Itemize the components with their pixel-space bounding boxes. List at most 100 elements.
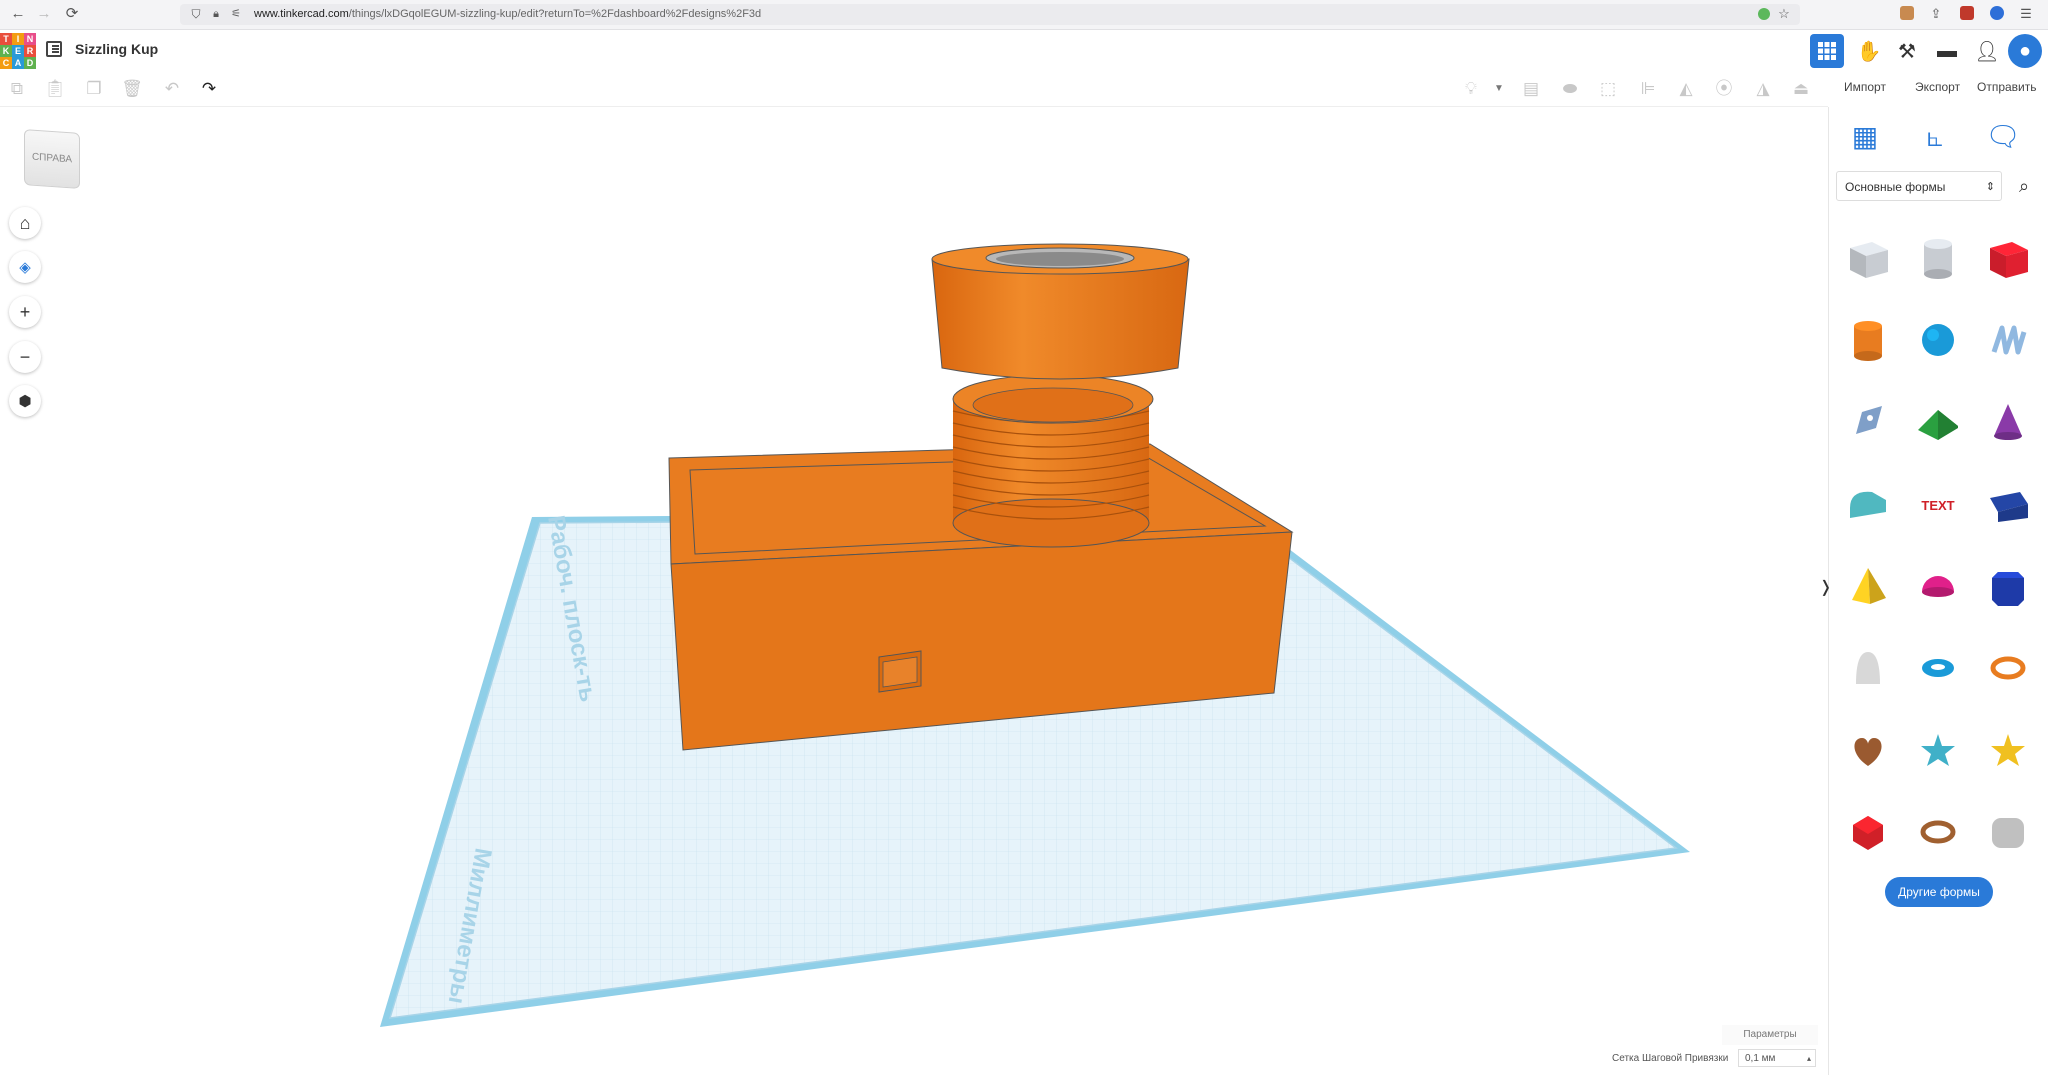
polygon-icon xyxy=(1992,572,2024,606)
cap-cylinder-model[interactable] xyxy=(931,243,1190,380)
undo-icon[interactable]: ↶ xyxy=(161,78,183,100)
extension-blue-icon[interactable] xyxy=(1990,6,2004,20)
shape-ring[interactable] xyxy=(1905,791,1971,873)
shape-torus[interactable] xyxy=(1905,627,1971,709)
ungroup-icon[interactable]: ⬚ xyxy=(1597,78,1619,100)
tinkercad-logo[interactable]: TIN KER CAD xyxy=(0,33,36,69)
shape-wedge[interactable] xyxy=(1975,463,2041,545)
zoom-in-icon[interactable]: + xyxy=(9,296,41,328)
shape-cone[interactable] xyxy=(1975,381,2041,463)
threaded-cylinder-model[interactable] xyxy=(952,374,1154,548)
send-button[interactable]: Отправить xyxy=(1977,80,2037,94)
svg-text:TEXT: TEXT xyxy=(1921,498,1954,513)
export-button[interactable]: Экспорт xyxy=(1915,80,1960,94)
url-text: www.tinkercad.com/things/lxDGqolEGUM-siz… xyxy=(254,8,762,20)
collapse-panel-icon[interactable]: ❭ xyxy=(1819,577,1832,597)
shape-polygon[interactable] xyxy=(1975,545,2041,627)
notes-icon[interactable]: 🗨︎ xyxy=(1983,117,2023,157)
extension-icon[interactable] xyxy=(1900,6,1914,20)
star-yellow-icon xyxy=(1991,734,2025,766)
cruise-icon[interactable]: ⦿ xyxy=(1713,78,1735,100)
sphere-icon xyxy=(1922,324,1954,356)
shape-icosahedron[interactable] xyxy=(1835,791,1901,873)
fit-view-icon[interactable]: ◈ xyxy=(9,251,41,283)
redo-icon[interactable]: ↷ xyxy=(198,78,220,100)
shape-shape-generator[interactable] xyxy=(1835,381,1901,463)
extension-status-icon[interactable] xyxy=(1758,8,1770,20)
more-shapes-button[interactable]: Другие формы xyxy=(1885,877,1993,907)
home-view-icon[interactable]: ⌂ xyxy=(9,207,41,239)
sim-lab-icon[interactable]: ✋ xyxy=(1852,34,1886,68)
design-title[interactable]: Sizzling Kup xyxy=(75,41,158,57)
browser-toolbar: ← → ⟳ ⛉ 🔒︎ ⚟ www.tinkercad.com/things/lx… xyxy=(0,0,2048,30)
search-icon[interactable]: ⌕ xyxy=(2009,171,2039,201)
shape-star-yellow[interactable] xyxy=(1975,709,2041,791)
half-sphere-icon xyxy=(1922,576,1954,597)
mirror-icon[interactable]: ◭ xyxy=(1675,78,1697,100)
reload-icon[interactable]: ⟳ xyxy=(62,4,82,24)
group-icon[interactable]: ⬬ xyxy=(1559,78,1581,100)
delete-icon[interactable]: 🗑︎ xyxy=(121,78,143,100)
align-icon[interactable]: ⊫ xyxy=(1637,78,1659,100)
zoom-out-icon[interactable]: − xyxy=(9,341,41,373)
shape-star-teal[interactable] xyxy=(1905,709,1971,791)
menu-icon[interactable]: ☰ xyxy=(2016,4,2036,24)
light-bulb-icon[interactable]: 💡︎ xyxy=(1460,78,1482,100)
chevron-down-icon[interactable]: ▼ xyxy=(1488,78,1510,100)
cone-icon xyxy=(1994,404,2022,440)
avatar[interactable]: ● xyxy=(2008,34,2042,68)
shape-rounded-box[interactable] xyxy=(1975,791,2041,873)
import-button[interactable]: Импорт xyxy=(1844,80,1886,94)
bookmark-star-icon[interactable]: ☆ xyxy=(1774,4,1794,24)
shape-tube[interactable] xyxy=(1975,627,2041,709)
shape-sphere[interactable] xyxy=(1905,299,1971,381)
parameters-button[interactable]: Параметры xyxy=(1722,1025,1818,1045)
snap-grid-value: 0,1 мм xyxy=(1745,1053,1776,1064)
back-arrow-icon[interactable]: ← xyxy=(8,4,28,24)
shape-round-roof[interactable] xyxy=(1835,463,1901,545)
workplane-tool-icon[interactable]: ◮ xyxy=(1752,78,1774,100)
chevron-updown-icon: ▴ xyxy=(1806,1054,1811,1063)
shape-scribble[interactable] xyxy=(1975,299,2041,381)
app-header: TIN KER CAD Sizzling Kup ✋ ⚒ ▬ 👤︎ ● xyxy=(0,30,2048,70)
box-hole-icon xyxy=(1850,242,1888,278)
scene-canvas[interactable]: Рабоч. плоск-ть Миллиметры xyxy=(0,107,1828,1075)
pyramid-icon xyxy=(1852,568,1886,604)
copy-icon[interactable]: ⧉ xyxy=(6,78,28,100)
snap-grid-select[interactable]: 0,1 мм ▴ xyxy=(1738,1049,1816,1067)
perspective-icon[interactable]: ⬢ xyxy=(9,385,41,417)
duplicate-icon[interactable]: ❐ xyxy=(83,78,105,100)
view-cube[interactable]: СПРАВА xyxy=(24,129,80,189)
shape-box-hole[interactable] xyxy=(1835,217,1901,299)
shape-paraboloid[interactable] xyxy=(1835,627,1901,709)
box-icon xyxy=(1990,242,2028,278)
shape-half-sphere[interactable] xyxy=(1905,545,1971,627)
shape-cylinder-hole[interactable] xyxy=(1905,217,1971,299)
paste-icon[interactable]: 📋︎ xyxy=(44,78,66,100)
shape-text[interactable]: TEXT xyxy=(1905,463,1971,545)
extension-red-icon[interactable] xyxy=(1960,6,1974,20)
address-bar[interactable]: ⛉ 🔒︎ ⚟ www.tinkercad.com/things/lxDGqolE… xyxy=(180,4,1800,25)
shape-heart[interactable] xyxy=(1835,709,1901,791)
shape-box[interactable] xyxy=(1975,217,2041,299)
shape-pyramid[interactable] xyxy=(1835,545,1901,627)
bricks-icon[interactable]: ▬ xyxy=(1930,34,1964,68)
star-teal-icon xyxy=(1921,734,1955,766)
grid-view-icon[interactable] xyxy=(1810,34,1844,68)
note-icon[interactable]: ▤ xyxy=(1520,78,1542,100)
lock-icon: 🔒︎ xyxy=(213,8,219,20)
shape-roof[interactable] xyxy=(1905,381,1971,463)
blocks-pickaxe-icon[interactable]: ⚒ xyxy=(1890,34,1924,68)
forward-arrow-icon[interactable]: → xyxy=(34,4,54,24)
wedge-icon xyxy=(1990,492,2028,522)
shape-category-select[interactable]: Основные формы ⇕ xyxy=(1836,171,2002,201)
share-icon[interactable]: ⇪ xyxy=(1926,4,1946,24)
shape-cylinder[interactable] xyxy=(1835,299,1901,381)
3d-viewport[interactable]: Рабоч. плоск-ть Миллиметры СПРАВА ⌂ ◈ + … xyxy=(0,107,1828,1075)
add-user-icon[interactable]: 👤︎ xyxy=(1970,34,2004,68)
view-cube-label: СПРАВА xyxy=(31,151,73,166)
workplane-icon[interactable]: ▦ xyxy=(1845,117,1885,157)
design-list-icon[interactable] xyxy=(46,41,62,57)
ruler-drop-icon[interactable]: ⏏ xyxy=(1790,78,1812,100)
ruler-icon[interactable]: ⦜ xyxy=(1915,117,1955,157)
